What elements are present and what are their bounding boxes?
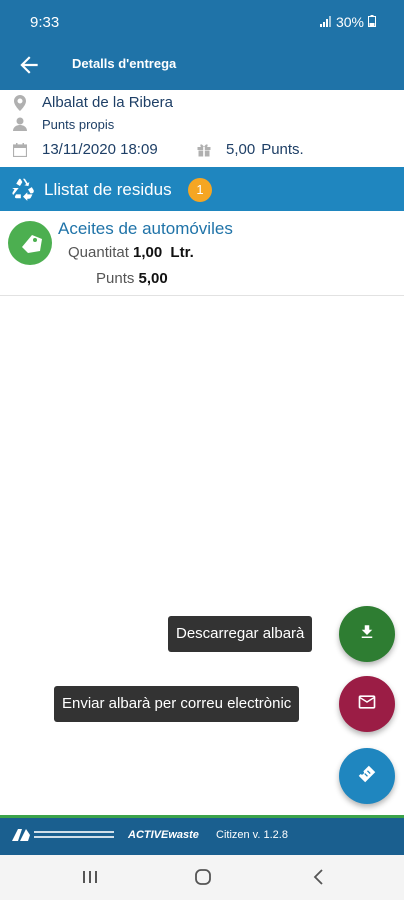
item-points-label: Punts [96, 270, 135, 287]
recycle-icon [10, 176, 36, 207]
download-tooltip[interactable]: Descarregar albarà [168, 616, 313, 652]
battery-level: 30% [335, 14, 364, 30]
recent-apps-icon[interactable] [78, 867, 102, 887]
email-button[interactable] [339, 676, 395, 732]
app-version: Citizen v. 1.2.8 [216, 829, 288, 841]
brand-name: ACTIVEwaste [128, 829, 199, 841]
gift-icon [196, 142, 212, 158]
home-icon[interactable] [191, 867, 215, 887]
location-text: Albalat de la Ribera [42, 94, 173, 111]
location-pin-icon [12, 94, 28, 111]
page-title: Detalls d'entrega [72, 56, 177, 71]
points-unit: Punts. [261, 141, 304, 158]
delivery-info: Albalat de la Ribera Punts propis 13/11/… [0, 90, 404, 166]
municipality-logo-icon [10, 827, 120, 846]
back-arrow-icon[interactable] [16, 52, 42, 78]
calendar-icon [12, 142, 28, 158]
signal-icon [319, 14, 332, 30]
waste-name: Aceites de automóviles [58, 219, 233, 238]
owner-text: Punts propis [42, 116, 115, 132]
back-nav-icon[interactable] [306, 867, 330, 887]
system-nav-bar [0, 855, 404, 900]
download-button[interactable] [339, 606, 395, 662]
user-icon [12, 116, 28, 132]
points-row: 5,00 Punts. [196, 141, 304, 158]
waste-count-badge: 1 [188, 178, 212, 202]
waste-list-title: Llistat de residus [44, 180, 172, 199]
ticket-icon [356, 763, 378, 790]
app-footer: ACTIVEwaste Citizen v. 1.2.8 [0, 815, 404, 855]
location-row: Albalat de la Ribera [12, 94, 173, 111]
main-action-button[interactable] [339, 748, 395, 804]
list-item[interactable]: Aceites de automóviles Quantitat 1,00 Lt… [0, 211, 404, 296]
status-bar: 9:33 30% [0, 0, 404, 40]
status-time: 9:33 [30, 14, 60, 31]
app-bar: Detalls d'entrega [0, 40, 404, 90]
quantity-row: Quantitat 1,00 Ltr. [68, 244, 194, 261]
download-icon [358, 623, 376, 646]
email-tooltip[interactable]: Enviar albarà per correu electrònic [54, 686, 300, 722]
waste-type-icon [8, 221, 52, 265]
quantity-label: Quantitat [68, 244, 129, 261]
mail-icon [357, 692, 377, 717]
datetime-row: 13/11/2020 18:09 [12, 141, 158, 158]
owner-row: Punts propis [12, 116, 114, 132]
datetime-text: 13/11/2020 18:09 [42, 141, 158, 158]
waste-list-header: Llistat de residus 1 [0, 167, 404, 211]
quantity-value: 1,00 [133, 244, 163, 261]
points-value: 5,00 [226, 141, 256, 158]
item-points-value: 5,00 [138, 270, 168, 287]
battery-icon [368, 14, 376, 30]
quantity-unit: Ltr. [170, 244, 194, 261]
status-indicators: 30% [319, 14, 376, 30]
item-points-row: Punts 5,00 [96, 270, 168, 287]
